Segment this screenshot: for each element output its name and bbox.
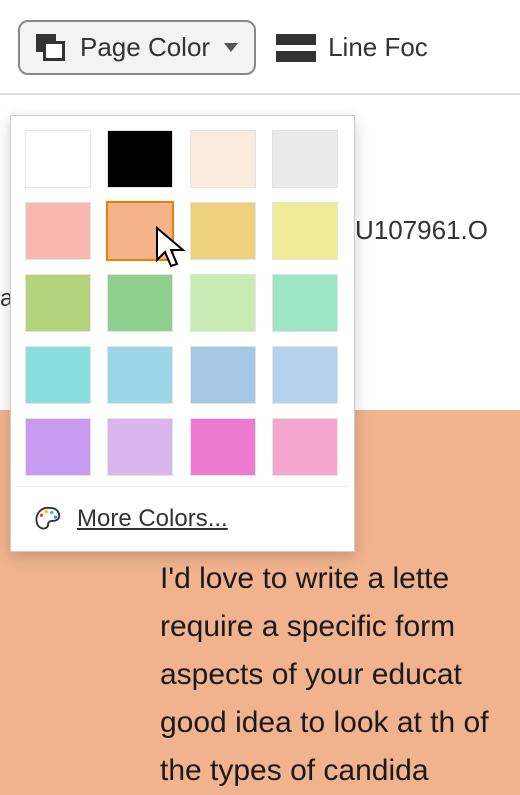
more-colors-button[interactable]: More Colors... <box>17 486 348 551</box>
color-swatch[interactable] <box>190 130 256 188</box>
color-swatch[interactable] <box>190 274 256 332</box>
page-color-label: Page Color <box>80 32 210 63</box>
toolbar: Page Color Line Foc <box>0 0 520 95</box>
color-swatch[interactable] <box>272 346 338 404</box>
color-swatch[interactable] <box>272 130 338 188</box>
color-swatch[interactable] <box>25 130 91 188</box>
document-body-text: I'd love to write a lette​ require a spe… <box>160 555 516 795</box>
color-swatch[interactable] <box>25 346 91 404</box>
line-focus-icon <box>276 34 316 62</box>
color-swatch-grid <box>17 124 348 486</box>
more-colors-label: More Colors... <box>77 505 228 533</box>
chevron-down-icon <box>224 43 238 52</box>
color-swatch[interactable] <box>107 418 173 476</box>
doc-id-text: U107961.O <box>355 215 520 246</box>
color-swatch[interactable] <box>107 346 173 404</box>
page-color-button[interactable]: Page Color <box>18 20 256 75</box>
color-swatch[interactable] <box>272 274 338 332</box>
color-swatch[interactable] <box>190 346 256 404</box>
line-focus-label: Line Foc <box>328 32 428 63</box>
page-color-icon <box>36 34 70 62</box>
page-color-dropdown: More Colors... <box>10 115 355 552</box>
color-swatch[interactable] <box>107 202 173 260</box>
color-swatch[interactable] <box>272 418 338 476</box>
color-swatch[interactable] <box>25 418 91 476</box>
color-swatch[interactable] <box>107 130 173 188</box>
color-swatch[interactable] <box>190 418 256 476</box>
color-swatch[interactable] <box>190 202 256 260</box>
color-swatch[interactable] <box>25 202 91 260</box>
line-focus-button[interactable]: Line Foc <box>276 32 428 63</box>
color-swatch[interactable] <box>272 202 338 260</box>
palette-icon <box>33 506 63 532</box>
color-swatch[interactable] <box>107 274 173 332</box>
color-swatch[interactable] <box>25 274 91 332</box>
